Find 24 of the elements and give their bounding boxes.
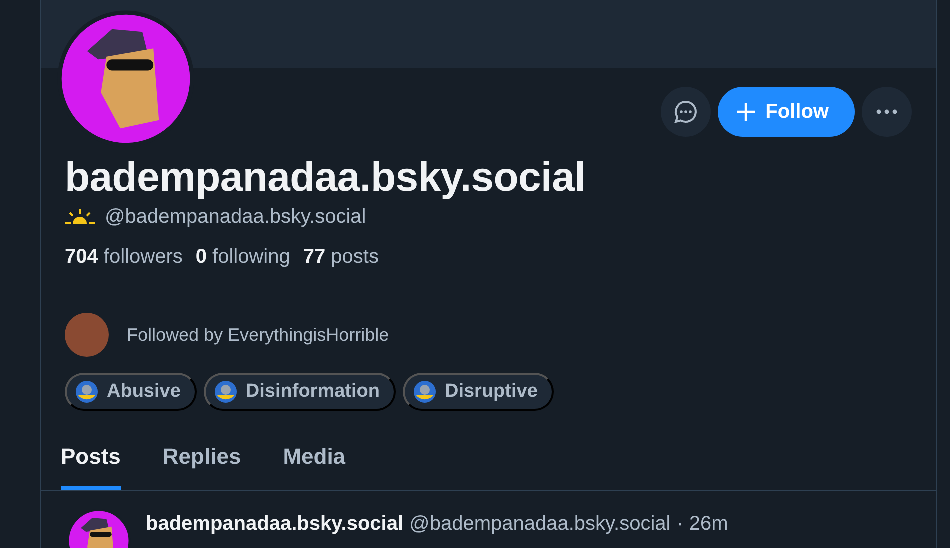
separator: · (676, 512, 684, 537)
follower-avatar (65, 313, 109, 357)
plus-icon (736, 102, 756, 122)
stat-text[interactable]: 0 following (196, 243, 290, 271)
label-chip[interactable]: Disinformation (204, 373, 396, 411)
more-icon (876, 109, 898, 115)
labeler-icon (214, 380, 238, 404)
display-name: badempanadaa.bsky.social (65, 153, 587, 201)
post-author[interactable]: badempanadaa.bsky.social (146, 510, 404, 548)
label-chip[interactable]: Disruptive (402, 373, 554, 411)
sun-icon (65, 209, 95, 225)
chat-bubble-icon (672, 99, 699, 125)
stat-text[interactable]: 77 posts (303, 243, 379, 271)
stat-text[interactable]: 704 followers (65, 243, 183, 271)
post-time[interactable]: 26m (689, 510, 728, 548)
profile-tab[interactable]: Posts (61, 433, 121, 490)
post-handle[interactable]: @badempanadaa.bsky.social (410, 510, 671, 548)
followed-by-text[interactable]: Followed by EverythingisHorrible (127, 324, 390, 346)
profile-tab[interactable]: Media (283, 433, 346, 490)
handle: @badempanadaa.bsky.social (105, 205, 366, 230)
label-chip[interactable]: Abusive (65, 373, 197, 411)
labeler-icon (75, 380, 99, 404)
labeler-icon (412, 380, 437, 404)
profile-tab[interactable]: Replies (162, 433, 242, 490)
